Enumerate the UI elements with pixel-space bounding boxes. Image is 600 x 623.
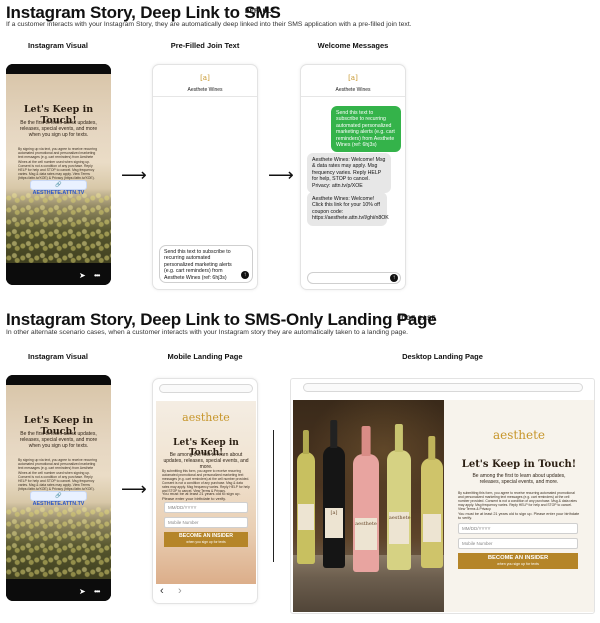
landing-title: Let's Keep in Touch! [461, 459, 577, 470]
sms-contact-name: Aesthete Wines [335, 87, 371, 93]
desktop-landing-page: [a] aesthete aesthete aesthete Let's Kee… [290, 378, 595, 614]
paper-plane-icon[interactable]: ➤ [79, 271, 86, 280]
landing-fine-print: By submitting this form, you agree to re… [162, 469, 250, 493]
prefilled-message: Send this text to subscribe to recurring… [164, 249, 232, 281]
more-dots-icon[interactable]: ••• [94, 271, 100, 280]
story-body: Be the first to learn about updates, rel… [19, 431, 98, 449]
wine-bottle-white-2: aesthete [387, 424, 411, 570]
instagram-story-1[interactable]: Let's Keep in Touch! Be the first to lea… [6, 64, 111, 285]
desktop-form-panel: aesthete Let's Keep in Touch! Be among t… [444, 400, 594, 612]
sms-message-incoming-2: Aesthete Wines: Welcome! Click this link… [307, 192, 389, 226]
section2-tag: EDGE CASE [397, 316, 436, 322]
mobile-number-input[interactable]: Mobile Number [164, 517, 248, 528]
mobile-landing-content: aesthete Let's Keep in Touch! Be among t… [156, 401, 256, 584]
sms-phone-prefilled: [a] Aesthete Wines Send this text to sub… [152, 64, 258, 290]
brand-logo: [a] [348, 74, 358, 82]
arrow-2: ⟶ [268, 165, 294, 185]
button-sublabel: when you sign up for texts [186, 540, 226, 544]
landing-body: Be among the first to learn about update… [472, 473, 566, 485]
col-desktop-landing-page: Desktop Landing Page [402, 352, 483, 361]
link-icon: 🔗 [55, 493, 62, 499]
wine-bottle-red: [a] [323, 420, 345, 568]
landing-body: Be among the first to learn about update… [163, 452, 249, 470]
mobile-landing-page: aesthete Let's Keep in Touch! Be among t… [152, 378, 258, 604]
story-link-sticker[interactable]: 🔗 AESTHETE.ATTN.TV [30, 491, 87, 507]
story-body: Be the first to learn about updates, rel… [19, 120, 98, 138]
bottle-label: [a] [324, 508, 344, 538]
bottle-brand-label: aesthete [388, 512, 411, 544]
arrow-1: ⟶ [121, 165, 147, 185]
link-icon: 🔗 [55, 182, 62, 188]
section1-tag: DEFAULT [245, 9, 276, 15]
section2-subtitle: In other alternate scenario cases, when … [6, 329, 408, 336]
section1-subtitle: If a customer interacts with your Instag… [6, 21, 412, 28]
col-prefilled-join-text: Pre-Filled Join Text [170, 41, 240, 50]
wine-bottle-rose: aesthete [353, 426, 379, 572]
sms-message-incoming-1: Aesthete Wines: Welcome! Msg & data rate… [307, 153, 391, 194]
sms-compose-field[interactable]: ↑ [307, 272, 401, 284]
story-link-text: AESTHETE.ATTN.TV [32, 501, 85, 507]
brand-logo: [a] [200, 74, 210, 82]
become-insider-button[interactable]: BECOME AN INSIDER when you sign up for t… [458, 553, 578, 569]
wine-bottle-white-3 [421, 436, 443, 568]
instagram-story-2[interactable]: Let's Keep in Touch! Be the first to lea… [6, 375, 111, 601]
button-sublabel: when you sign up for texts [497, 562, 539, 566]
story-link-sticker[interactable]: 🔗 AESTHETE.ATTN.TV [30, 180, 87, 196]
desktop-address-bar[interactable] [303, 383, 583, 392]
sms-contact-name: Aesthete Wines [187, 87, 223, 93]
vertical-divider [273, 430, 274, 562]
landing-brand: aesthete [493, 428, 545, 442]
button-label: BECOME AN INSIDER [179, 533, 233, 539]
send-button[interactable]: ↑ [241, 271, 249, 279]
sms-compose-field[interactable]: Send this text to subscribe to recurring… [159, 245, 253, 283]
sms-phone-welcome: [a] Aesthete Wines Send this text to sub… [300, 64, 406, 290]
send-button[interactable]: ↑ [390, 274, 398, 282]
landing-fine-print: By submitting this form, you agree to re… [458, 491, 577, 512]
landing-age-note: You must be at least 21 years old to sig… [458, 512, 580, 521]
story-link-text: AESTHETE.ATTN.TV [32, 190, 85, 196]
become-insider-button[interactable]: BECOME AN INSIDER when you sign up for t… [164, 532, 248, 547]
browser-forward-icon[interactable]: › [178, 585, 182, 597]
button-label: BECOME AN INSIDER [487, 555, 549, 561]
mobile-address-bar[interactable] [159, 384, 253, 393]
desktop-bottle-photo: [a] aesthete aesthete [293, 400, 444, 612]
birthdate-input[interactable]: MM/DD/YYYY [164, 502, 248, 513]
col-mobile-landing-page: Mobile Landing Page [167, 352, 243, 361]
mobile-number-input[interactable]: Mobile Number [458, 538, 578, 549]
paper-plane-icon[interactable]: ➤ [79, 587, 86, 596]
more-dots-icon[interactable]: ••• [94, 587, 100, 596]
birthdate-input[interactable]: MM/DD/YYYY [458, 523, 578, 534]
section2-title: Instagram Story, Deep Link to SMS-Only L… [6, 310, 437, 329]
story-fine-print: By signing up via text, you agree to rec… [18, 147, 97, 181]
browser-back-icon[interactable]: ‹ [160, 585, 164, 597]
landing-brand: aesthete [182, 411, 230, 424]
wine-bottle-white [297, 430, 315, 564]
bottle-brand-label: aesthete [355, 518, 377, 550]
col-instagram-visual-2: Instagram Visual [28, 352, 88, 361]
col-instagram-visual: Instagram Visual [28, 41, 88, 50]
story-fine-print: By signing up via text, you agree to rec… [18, 458, 97, 492]
col-welcome-messages: Welcome Messages [317, 41, 389, 50]
landing-age-note: You must be at least 21 years old to sig… [162, 491, 241, 501]
arrow-3: ⟶ [121, 479, 147, 499]
section1-title: Instagram Story, Deep Link to SMS [6, 3, 281, 22]
sms-message-outgoing: Send this text to subscribe to recurring… [331, 106, 401, 153]
